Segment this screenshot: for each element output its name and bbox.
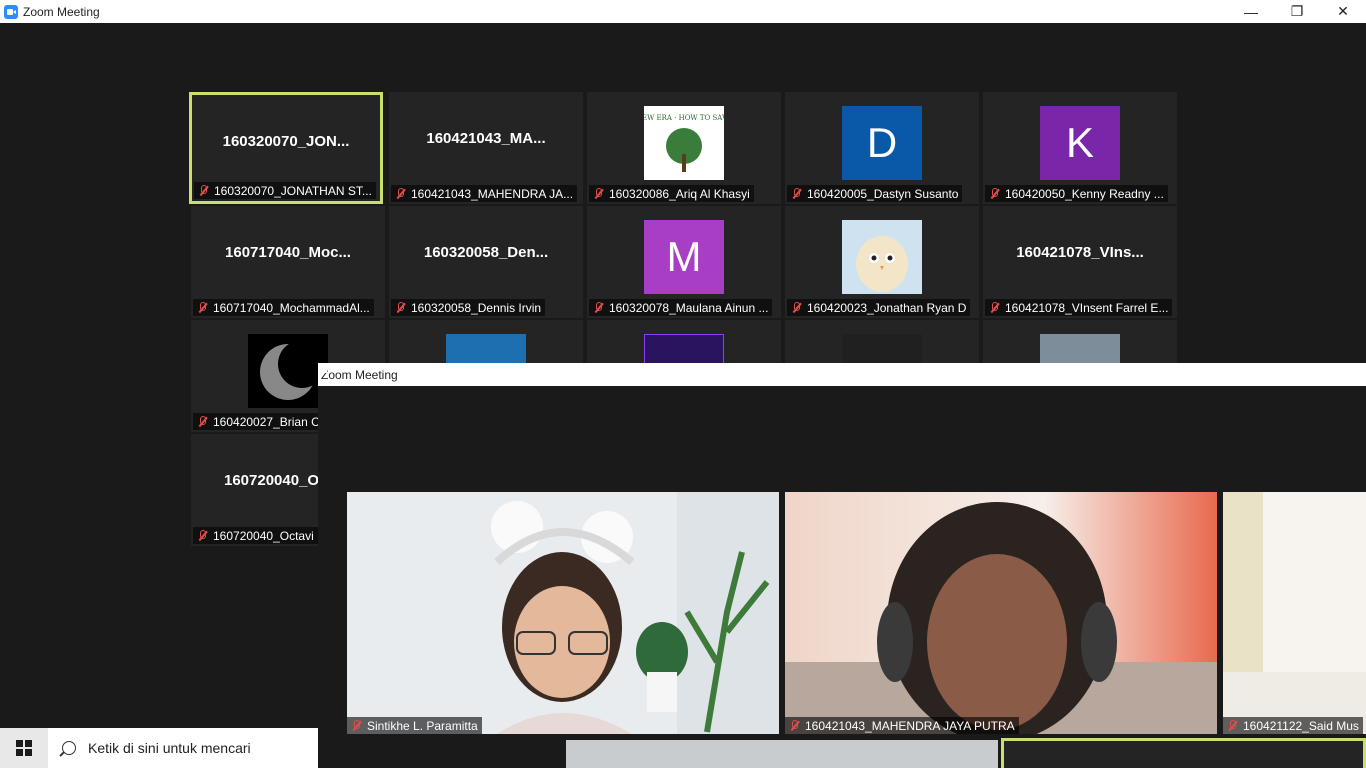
participant-name: 160420023_Jonathan Ryan D [807, 301, 967, 315]
mic-muted-icon [1227, 720, 1237, 732]
mic-muted-icon [395, 302, 405, 314]
video-tile[interactable]: 160421122_Said Mus [1223, 492, 1366, 734]
participant-namebar: 160420005_Dastyn Susanto [787, 185, 963, 202]
participant-name: 160717040_MochammadAl... [213, 301, 370, 315]
participant-tile[interactable]: 160320070_JON... 160320070_JONATHAN ST..… [189, 92, 383, 204]
participant-name: 160320086_Ariq Al Khasyi [609, 187, 750, 201]
participant-name: 160421078_VInsent Farrel E... [1005, 301, 1169, 315]
participant-name: 160420005_Dastyn Susanto [807, 187, 959, 201]
profile-picture: NEW ERA · HOW TO SAVE [644, 106, 724, 180]
mic-muted-icon [989, 188, 999, 200]
participant-display-name: 160320058_Den... [423, 244, 549, 261]
participant-name: 160420050_Kenny Readny ... [1005, 187, 1164, 201]
logo-text: NEW ERA · HOW TO SAVE [644, 114, 724, 122]
mic-muted-icon [989, 302, 999, 314]
participant-namebar: 160320078_Maulana Ainun ... [589, 299, 773, 316]
video-tile[interactable]: 160421043_MAHENDRA JAYA PUTRA [785, 492, 1217, 734]
participant-namebar: 160421043_MAHENDRA JA... [391, 185, 578, 202]
minimize-button[interactable]: — [1228, 0, 1274, 23]
window-title: Zoom Meeting [23, 4, 100, 19]
mic-muted-icon [197, 530, 207, 542]
participant-tile[interactable]: 160320058_Den... 160320058_Dennis Irvin [389, 206, 583, 318]
participant-namebar: 160717040_MochammadAl... [193, 299, 374, 316]
participant-name: 160421122_Said Mus [1243, 719, 1359, 733]
profile-picture [248, 334, 328, 408]
start-button[interactable] [0, 728, 48, 768]
participant-name: Sintikhe L. Paramitta [367, 719, 478, 733]
participant-tile[interactable]: 160421043_MA... 160421043_MAHENDRA JA... [389, 92, 583, 204]
participant-namebar: 160320070_JONATHAN ST... [194, 182, 376, 199]
participant-display-name: 160421078_VIns... [1016, 244, 1144, 261]
video-tile[interactable]: Sintikhe L. Paramitta [347, 492, 779, 734]
participant-namebar: 160720040_Octavi [193, 527, 318, 544]
participant-namebar: 160421078_VInsent Farrel E... [985, 299, 1173, 316]
participant-namebar: 160421122_Said Mus [1223, 717, 1363, 734]
participant-display-name: 160421043_MA... [426, 130, 546, 147]
avatar-letter: K [1040, 106, 1120, 180]
secondary-window-title: Zoom Meeting [321, 367, 398, 382]
participant-namebar: 160320086_Ariq Al Khasyi [589, 185, 754, 202]
mic-muted-icon [593, 188, 603, 200]
secondary-zoom-window[interactable]: Zoom Meeting Sintikhe L. Paramitta 16042… [318, 363, 1366, 768]
participant-name: 160320058_Dennis Irvin [411, 301, 542, 315]
main-window-titlebar: Zoom Meeting — ❐ ✕ [0, 0, 1366, 23]
participant-display-name: 160320070_JON... [222, 133, 350, 150]
windows-logo-icon [16, 740, 32, 756]
profile-picture [842, 220, 922, 294]
participant-namebar: 160420050_Kenny Readny ... [985, 185, 1168, 202]
search-icon [62, 741, 76, 755]
participant-tile[interactable]: NEW ERA · HOW TO SAVE 160320086_Ariq Al … [587, 92, 781, 204]
secondary-window-titlebar: Zoom Meeting [318, 363, 1366, 386]
video-feed [347, 492, 779, 734]
participant-namebar: Sintikhe L. Paramitta [347, 717, 482, 734]
participant-name: 160420027_Brian C [213, 415, 320, 429]
mic-muted-icon [593, 302, 603, 314]
participant-tile[interactable]: 160420023_Jonathan Ryan D [785, 206, 979, 318]
participant-display-name: 160717040_Moc... [225, 244, 351, 261]
participant-tile[interactable]: D 160420005_Dastyn Susanto [785, 92, 979, 204]
participant-namebar: 160420027_Brian C [193, 413, 324, 430]
avatar-letter: M [644, 220, 724, 294]
video-tile-partial[interactable] [566, 740, 998, 768]
active-speaker-tile-partial[interactable] [1001, 738, 1366, 768]
video-feed [785, 492, 1217, 734]
zoom-app-icon [4, 4, 18, 19]
windows-taskbar: Ketik di sini untuk mencari [0, 728, 318, 768]
mic-muted-icon [198, 185, 208, 197]
taskbar-search-box[interactable]: Ketik di sini untuk mencari [48, 728, 318, 768]
participant-tile[interactable]: M 160320078_Maulana Ainun ... [587, 206, 781, 318]
maximize-button[interactable]: ❐ [1274, 0, 1320, 23]
close-button[interactable]: ✕ [1320, 0, 1366, 23]
participant-namebar: 160320058_Dennis Irvin [391, 299, 546, 316]
mic-muted-icon [395, 188, 405, 200]
participant-tile[interactable]: 160421078_VIns... 160421078_VInsent Farr… [983, 206, 1177, 318]
mic-muted-icon [791, 302, 801, 314]
video-feed [1223, 492, 1366, 734]
participant-name: 160421043_MAHENDRA JA... [411, 187, 574, 201]
mic-muted-icon [791, 188, 801, 200]
participant-namebar: 160420023_Jonathan Ryan D [787, 299, 971, 316]
participant-name: 160320078_Maulana Ainun ... [609, 301, 769, 315]
participant-name: 160421043_MAHENDRA JAYA PUTRA [805, 719, 1015, 733]
mic-muted-icon [197, 302, 207, 314]
avatar-letter: D [842, 106, 922, 180]
mic-muted-icon [351, 720, 361, 732]
participant-tile[interactable]: K 160420050_Kenny Readny ... [983, 92, 1177, 204]
search-placeholder: Ketik di sini untuk mencari [88, 740, 251, 756]
participant-name: 160720040_Octavi [213, 529, 314, 543]
participant-namebar: 160421043_MAHENDRA JAYA PUTRA [785, 717, 1019, 734]
participant-name: 160320070_JONATHAN ST... [214, 184, 372, 198]
participant-tile[interactable]: 160717040_Moc... 160717040_MochammadAl..… [191, 206, 385, 318]
mic-muted-icon [197, 416, 207, 428]
mic-muted-icon [789, 720, 799, 732]
